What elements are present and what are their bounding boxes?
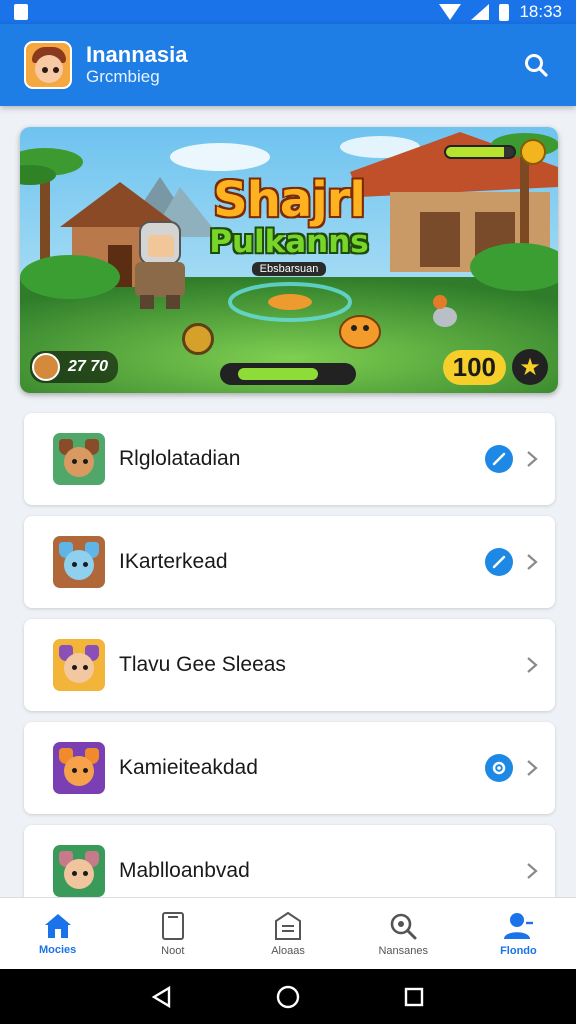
- nav-label: Nansanes: [378, 944, 428, 957]
- bottom-navigation: Mocies Noot Aloaas Nansanes Flondo: [0, 897, 576, 969]
- chevron-right-icon: [525, 760, 539, 776]
- app-titles: Inannasia Grcmbieg: [86, 43, 187, 87]
- game-thumbnail-icon: [53, 536, 105, 588]
- hud-progress-bar: [220, 363, 356, 385]
- nav-tab-profile[interactable]: Flondo: [461, 898, 576, 969]
- featured-game-banner[interactable]: Shajrl Pulkanns Ebsbarsuan 27 70 100 ★: [20, 127, 558, 393]
- home-icon: [44, 913, 71, 938]
- verified-badge-icon: [485, 445, 513, 473]
- hud-health-fill: [446, 147, 504, 157]
- game-thumbnail-icon: [53, 433, 105, 485]
- profile-icon: [504, 912, 534, 939]
- home-button-icon[interactable]: [275, 984, 301, 1010]
- status-time: 18:33: [519, 2, 562, 21]
- chevron-right-icon: [525, 554, 539, 570]
- coin-icon: [520, 139, 546, 165]
- game-list-item[interactable]: Tlavu Gee Sleeas: [24, 619, 555, 711]
- bonus-coin-icon: [182, 323, 214, 355]
- nav-label: Mocies: [38, 943, 77, 956]
- banner-subtitle: Pulkanns: [209, 224, 369, 260]
- app-logo-icon: [24, 41, 72, 89]
- settings-badge-icon: [485, 754, 513, 782]
- nav-label: Noot: [161, 944, 185, 957]
- inbox-icon: [275, 911, 301, 940]
- game-title: Kamieiteakdad: [119, 756, 258, 779]
- banner-title: Shajrl: [213, 172, 366, 228]
- tablet-icon: [161, 911, 184, 940]
- game-title: Tlavu Gee Sleeas: [119, 653, 286, 676]
- game-title: Rlglolatadian: [119, 447, 241, 470]
- back-icon[interactable]: [151, 985, 173, 1008]
- hud-health-bar: [444, 139, 546, 165]
- chevron-right-icon: [525, 451, 539, 467]
- game-thumbnail-icon: [53, 845, 105, 897]
- hud-player-info: 27 70: [30, 351, 119, 383]
- nav-tab-home[interactable]: Mocies: [0, 898, 115, 969]
- hud-score: 100 ★: [442, 349, 548, 385]
- game-list-item[interactable]: Kamieiteakdad: [24, 722, 555, 814]
- hud-progress-fill: [238, 368, 318, 380]
- game-list-item[interactable]: IKarterkead: [24, 516, 555, 608]
- banner-game-logo: Shajrl Pulkanns Ebsbarsuan: [20, 175, 558, 277]
- notification-icon: [14, 4, 28, 20]
- nav-tab-search[interactable]: Nansanes: [346, 898, 461, 969]
- app-bar: Inannasia Grcmbieg: [0, 24, 576, 106]
- search-button[interactable]: [516, 45, 556, 85]
- game-list-item[interactable]: Rlglolatadian: [24, 413, 555, 505]
- search-icon: [525, 54, 548, 77]
- game-title: IKarterkead: [119, 550, 228, 573]
- signal-icon: [471, 4, 490, 20]
- search-icon: [390, 913, 417, 939]
- player-avatar-icon: [32, 353, 60, 381]
- hud-score-value: 100: [442, 349, 506, 385]
- status-bar: 18:33: [0, 0, 576, 24]
- game-thumbnail-icon: [53, 639, 105, 691]
- star-icon: ★: [512, 349, 548, 385]
- nav-tab-tablet[interactable]: Noot: [115, 898, 230, 969]
- chevron-right-icon: [525, 657, 539, 673]
- nav-tab-inbox[interactable]: Aloaas: [230, 898, 345, 969]
- game-title: Mablloanbvad: [119, 859, 250, 882]
- app-subtitle: Grcmbieg: [86, 67, 160, 86]
- recents-icon[interactable]: [403, 986, 425, 1008]
- app-title: Inannasia: [86, 42, 188, 67]
- wifi-icon: [439, 4, 462, 20]
- verified-badge-icon: [485, 548, 513, 576]
- hud-player-value: 27 70: [68, 358, 109, 375]
- game-thumbnail-icon: [53, 742, 105, 794]
- status-indicators: 18:33: [439, 2, 562, 22]
- banner-tag: Ebsbarsuan: [251, 262, 327, 276]
- chevron-right-icon: [525, 863, 539, 879]
- nav-label: Aloaas: [271, 944, 305, 957]
- system-navigation-bar: [0, 969, 576, 1024]
- battery-icon: [499, 3, 510, 21]
- nav-label: Flondo: [500, 944, 537, 957]
